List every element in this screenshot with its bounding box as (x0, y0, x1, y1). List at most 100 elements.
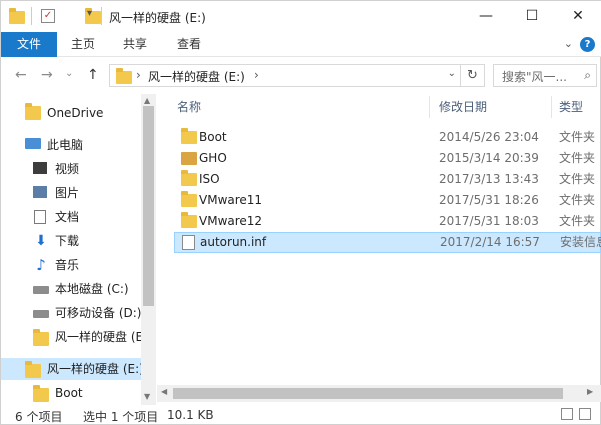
file-name: ISO (199, 172, 220, 186)
sidebar-item-label: 风一样的硬盘 (E: (55, 330, 148, 344)
sidebar-item-label: 可移动设备 (D:) (55, 306, 142, 320)
window-title: 风一样的硬盘 (E:) (109, 11, 206, 25)
scroll-left-icon[interactable]: ◀ (161, 387, 167, 396)
address-path[interactable]: 风一样的硬盘 (E:) (148, 68, 245, 85)
sidebar-item-drive-e[interactable]: 风一样的硬盘 (E: (1, 326, 147, 348)
help-icon[interactable]: ? (580, 37, 595, 52)
column-header-type[interactable]: 类型 (559, 94, 583, 120)
sidebar-item-label: 图片 (55, 186, 80, 200)
tab-share[interactable]: 共享 (113, 32, 157, 57)
sidebar-item-this-pc[interactable]: 此电脑 (1, 134, 141, 156)
details-view-icon[interactable] (561, 408, 573, 420)
sidebar-item-pictures[interactable]: 图片 (1, 182, 141, 204)
address-bar[interactable]: › 风一样的硬盘 (E:) › ⌄ ↻ (109, 64, 485, 87)
selection-count: 选中 1 个项目 (83, 410, 159, 424)
file-type: 文件夹 (559, 172, 596, 186)
column-header-modified[interactable]: 修改日期 (439, 94, 487, 120)
recent-locations-button[interactable]: ⌄ (65, 68, 73, 79)
folder-icon (181, 170, 197, 186)
chevron-right-icon[interactable]: › (136, 68, 141, 82)
file-type: 安装信息 (560, 235, 601, 249)
maximize-button[interactable]: ☐ (509, 1, 555, 31)
refresh-button[interactable]: ↻ (460, 65, 484, 86)
sidebar-item-videos[interactable]: 视频 (1, 158, 141, 180)
folder-icon (9, 8, 25, 24)
table-row[interactable]: VMware12 2017/5/31 18:03 文件夹 (174, 211, 601, 232)
horizontal-scrollbar[interactable]: ◀ ▶ (157, 385, 601, 402)
scroll-up-icon[interactable]: ▲ (144, 96, 150, 105)
scroll-down-icon[interactable]: ▼ (144, 392, 150, 401)
column-header-name[interactable]: 名称 (177, 94, 201, 120)
sidebar-item-label: Boot (55, 386, 83, 400)
sidebar-item-label: OneDrive (47, 106, 104, 120)
selection-size: 10.1 KB (167, 408, 214, 422)
scroll-right-icon[interactable]: ▶ (587, 387, 593, 396)
scrollbar-thumb[interactable] (143, 106, 154, 306)
tab-home[interactable]: 主页 (61, 32, 105, 57)
forward-button[interactable]: → (41, 67, 53, 83)
table-row-selected[interactable]: autorun.inf 2017/2/14 16:57 安装信息 (174, 232, 601, 253)
divider (31, 7, 32, 25)
address-dropdown-icon[interactable]: ⌄ (448, 68, 456, 79)
table-row[interactable]: GHO 2015/3/14 20:39 文件夹 (174, 148, 601, 169)
ribbon-tabs: 文件 主页 共享 查看 ⌄ ? (1, 32, 601, 57)
properties-icon[interactable]: ✓ (41, 9, 55, 23)
column-divider[interactable] (551, 96, 552, 118)
table-row[interactable]: VMware11 2017/5/31 18:26 文件夹 (174, 190, 601, 211)
address-row: ← → ⌄ ↑ › 风一样的硬盘 (E:) › ⌄ ↻ 搜索"风一... ⌕ (1, 58, 601, 94)
file-name: VMware12 (199, 214, 263, 228)
documents-icon (34, 210, 46, 224)
table-row[interactable]: ISO 2017/3/13 13:43 文件夹 (174, 169, 601, 190)
sidebar-item-local-disk-c[interactable]: 本地磁盘 (C:) (1, 278, 141, 300)
divider (101, 7, 102, 25)
sidebar-item-label: 下载 (55, 234, 80, 248)
sidebar-item-music[interactable]: ♪ 音乐 (1, 254, 141, 276)
sidebar-item-label: 本地磁盘 (C:) (55, 282, 129, 296)
folder-icon (181, 191, 197, 207)
sidebar-item-label: 视频 (55, 162, 80, 176)
file-type: 文件夹 (559, 151, 596, 165)
folder-icon (25, 361, 41, 378)
sidebar-item-boot[interactable]: Boot (1, 382, 141, 404)
up-button[interactable]: ↑ (87, 67, 99, 83)
downloads-icon: ⬇ (35, 233, 47, 249)
sidebar-item-drive-e-selected[interactable]: 风一样的硬盘 (E:) (1, 358, 144, 380)
tab-view[interactable]: 查看 (167, 32, 211, 57)
sidebar-scrollbar[interactable]: ▲ ▼ (141, 94, 156, 405)
close-button[interactable]: ✕ (555, 1, 601, 31)
removable-drive-icon (33, 310, 49, 318)
sidebar-item-downloads[interactable]: ⬇ 下载 (1, 230, 141, 252)
column-divider[interactable] (429, 96, 430, 118)
file-type: 文件夹 (559, 130, 596, 144)
local-disk-icon (33, 286, 49, 294)
sidebar-item-documents[interactable]: 文档 (1, 206, 141, 228)
onedrive-folder-icon (25, 103, 41, 120)
chevron-right-icon[interactable]: › (254, 68, 259, 82)
file-type: 文件夹 (559, 193, 596, 207)
file-date: 2015/3/14 20:39 (439, 151, 539, 165)
customize-toolbar-icon[interactable]: ▾ (87, 8, 92, 26)
table-row[interactable]: Boot 2014/5/26 23:04 文件夹 (174, 127, 601, 148)
scrollbar-thumb[interactable] (173, 388, 563, 399)
title-bar: ✓ ▾ 风一样的硬盘 (E:) — ☐ ✕ (1, 1, 601, 32)
videos-icon (33, 162, 47, 174)
sidebar-item-removable-d[interactable]: 可移动设备 (D:) (1, 302, 141, 324)
pictures-icon (33, 186, 47, 198)
sidebar-item-label: 风一样的硬盘 (E:) (47, 362, 144, 376)
search-box[interactable]: 搜索"风一... ⌕ (493, 64, 597, 87)
minimize-button[interactable]: — (463, 1, 509, 31)
file-type: 文件夹 (559, 214, 596, 228)
status-bar: 6 个项目 选中 1 个项目 10.1 KB (1, 405, 601, 425)
search-icon[interactable]: ⌕ (584, 68, 591, 83)
file-name: GHO (199, 151, 227, 165)
sidebar-item-onedrive[interactable]: OneDrive (1, 102, 141, 124)
file-name: autorun.inf (200, 235, 267, 249)
back-button[interactable]: ← (15, 67, 27, 83)
file-date: 2017/5/31 18:03 (439, 214, 539, 228)
file-list: ^ 名称 修改日期 类型 Boot 2014/5/26 23:04 文件夹 GH… (157, 94, 601, 405)
file-name: VMware11 (199, 193, 263, 207)
expand-ribbon-icon[interactable]: ⌄ (564, 37, 573, 50)
file-date: 2017/2/14 16:57 (440, 235, 540, 249)
tab-file[interactable]: 文件 (1, 32, 57, 57)
large-icons-view-icon[interactable] (579, 408, 591, 420)
